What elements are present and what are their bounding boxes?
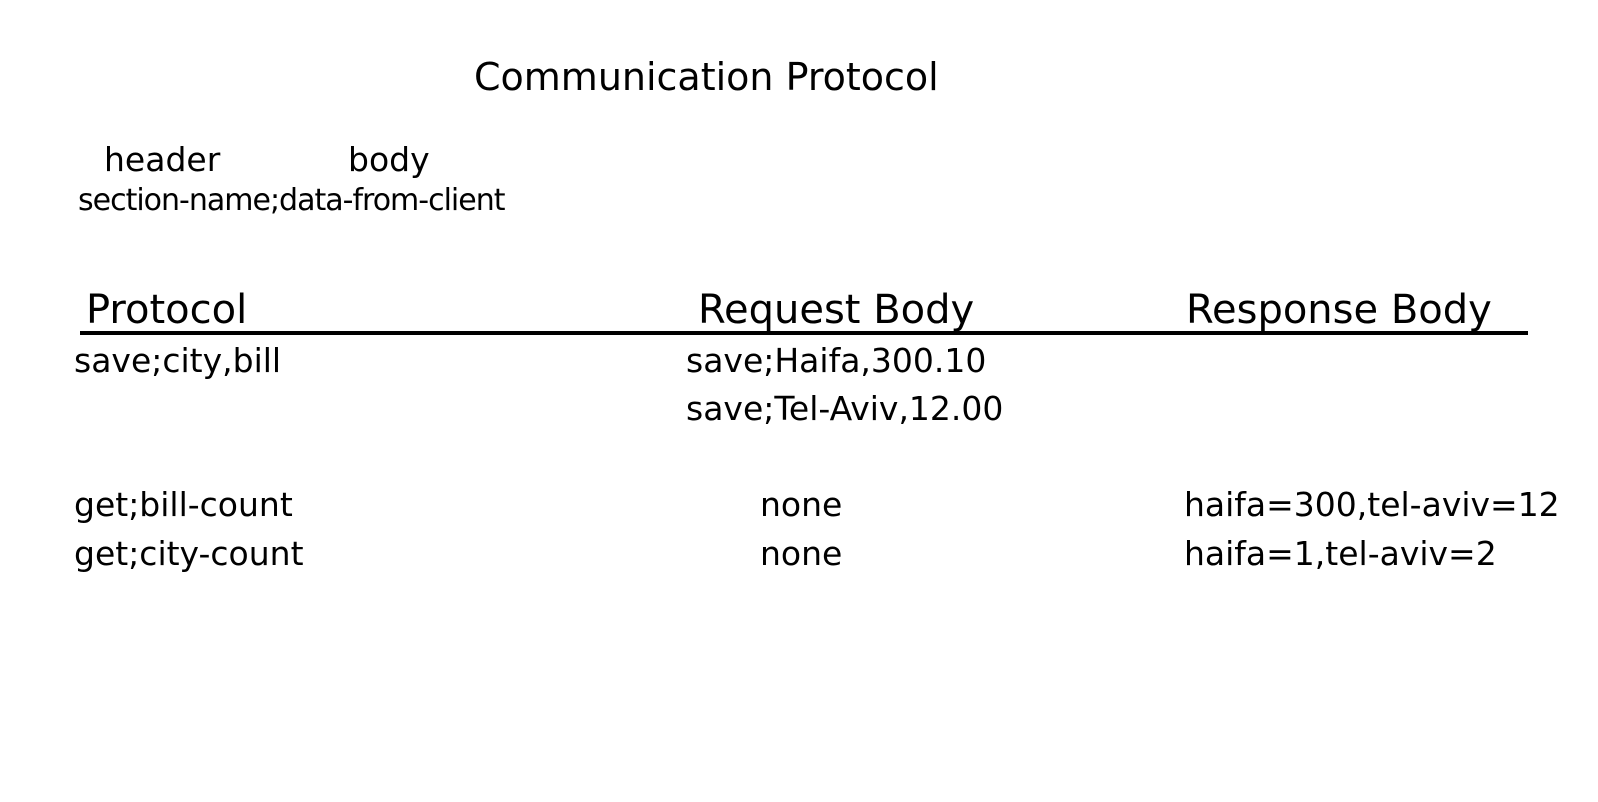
column-header-request-body: Request Body [698,287,975,333]
column-header-response-body: Response Body [1186,287,1492,333]
row-city-count-protocol: get;city-count [74,534,304,573]
row-bill-count-response: haifa=300,tel-aviv=12 [1184,485,1560,524]
row-city-count-response: haifa=1,tel-aviv=2 [1184,534,1497,573]
row-bill-count-protocol: get;bill-count [74,485,293,524]
column-header-protocol: Protocol [86,287,248,333]
row-city-count-request: none [760,534,843,573]
row-bill-count-request: none [760,485,843,524]
row-save-request-1: save;Haifa,300.10 [686,341,987,380]
format-body-label: body [348,140,430,179]
format-header-label: header [104,140,221,179]
header-divider [80,331,1528,335]
row-save-request-2: save;Tel-Aviv,12.00 [686,389,1004,428]
format-example: section-name;data-from-client [78,183,505,218]
row-save-protocol: save;city,bill [74,341,282,380]
page-title: Communication Protocol [474,55,939,99]
